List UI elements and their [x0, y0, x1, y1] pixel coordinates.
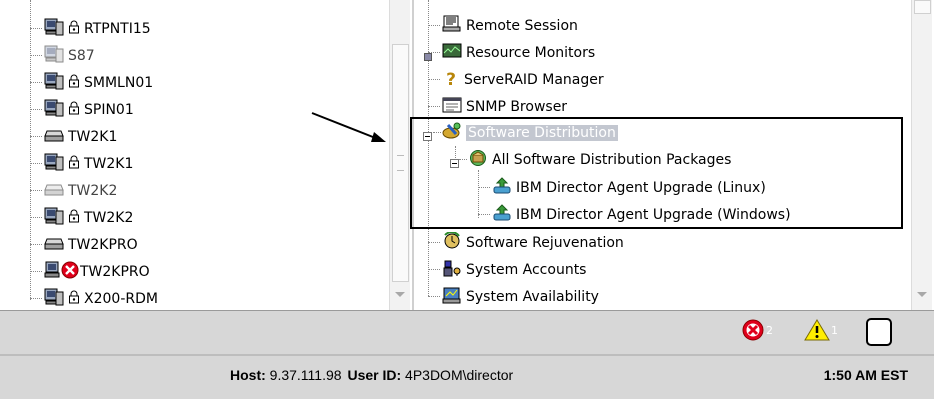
- notification-bar: 2 1: [0, 310, 934, 355]
- tree-item-label: SPIN01: [84, 102, 134, 118]
- tree-item-label: X200-RDM: [84, 291, 158, 307]
- tree-item-x200-rdm[interactable]: X200-RDM: [30, 286, 158, 310]
- drive-icon: [44, 236, 64, 254]
- tree-item-spin01[interactable]: SPIN01: [30, 97, 134, 123]
- tree-item-tw2k2[interactable]: TW2K2: [30, 205, 133, 231]
- tree-item-tw2k2-drive[interactable]: TW2K2: [30, 178, 117, 204]
- tree-item-label: TW2KPRO: [80, 264, 150, 280]
- system-tree-pane[interactable]: RTPNTI15 S87 SMMLN01 SPIN01 TW2K1 TW2K1 …: [0, 0, 412, 310]
- tree-item-label: SNMP Browser: [466, 99, 568, 115]
- tree-item-label: TW2K1: [68, 129, 118, 145]
- tree-item-label: ServeRAID Manager: [464, 72, 604, 88]
- left-scrollbar[interactable]: [389, 0, 410, 310]
- tree-item-smmln01[interactable]: SMMLN01: [30, 70, 153, 96]
- tree-item-label: Remote Session: [466, 18, 578, 34]
- snmp-browser-icon: [442, 97, 462, 117]
- warning-count: 1: [831, 324, 838, 337]
- remote-session-icon: [442, 15, 462, 37]
- tree-item-label: System Accounts: [466, 262, 587, 278]
- task-software-rejuvenation[interactable]: Software Rejuvenation: [428, 230, 624, 256]
- drive-icon: [44, 128, 64, 146]
- tree-item-tw2k1[interactable]: TW2K1: [30, 151, 133, 177]
- host-value: 9.37.111.98: [269, 367, 342, 383]
- scroll-down-arrow[interactable]: [917, 292, 927, 297]
- tree-item-tw2kpro[interactable]: TW2KPRO: [30, 259, 150, 285]
- tree-item-label: S87: [68, 48, 95, 64]
- error-icon: [61, 261, 79, 283]
- task-remote-session[interactable]: Remote Session: [428, 13, 578, 39]
- tree-item-label: TW2K2: [68, 183, 118, 199]
- resource-monitor-icon: [442, 43, 462, 63]
- tree-item-label: System Availability: [466, 289, 599, 305]
- lock-icon: [68, 101, 80, 119]
- task-serveraid-manager[interactable]: ? ServeRAID Manager: [428, 67, 604, 93]
- server-icon: [44, 72, 64, 94]
- right-scrollbar[interactable]: [911, 0, 932, 310]
- tree-item-label: TW2K1: [84, 156, 134, 172]
- scroll-thumb[interactable]: [392, 44, 409, 282]
- tree-item-tw2kpro-drive[interactable]: TW2KPRO: [30, 232, 138, 258]
- task-system-accounts[interactable]: System Accounts: [428, 257, 586, 283]
- lock-icon: [68, 209, 80, 227]
- tree-item-label: Software Rejuvenation: [466, 235, 624, 251]
- lock-icon: [68, 74, 80, 92]
- tree-item-label: Resource Monitors: [466, 45, 596, 61]
- scroll-thumb[interactable]: [914, 0, 931, 14]
- server-icon: [44, 207, 64, 229]
- rejuvenation-icon: [442, 231, 462, 254]
- question-icon: ?: [446, 70, 456, 90]
- clock: 1:50 AM EST: [823, 367, 908, 383]
- computer-icon: [44, 261, 60, 283]
- user-value: 4P3DOM\director: [405, 367, 514, 383]
- warning-icon: [804, 319, 830, 345]
- scroll-down-arrow[interactable]: [395, 292, 405, 297]
- server-icon: [44, 99, 64, 121]
- drive-icon: [44, 182, 64, 200]
- lock-icon: [68, 290, 80, 308]
- server-icon: [44, 45, 64, 67]
- server-icon: [44, 288, 64, 310]
- server-icon: [44, 18, 64, 40]
- error-notification[interactable]: 2: [742, 319, 773, 345]
- notification-box-icon[interactable]: [866, 318, 892, 346]
- system-accounts-icon: [442, 259, 462, 281]
- task-system-availability[interactable]: System Availability: [428, 284, 599, 310]
- tree-item-label: TW2KPRO: [68, 237, 138, 253]
- tree-item-label: SMMLN01: [84, 75, 154, 91]
- tree-item-rtpnti15[interactable]: RTPNTI15: [30, 16, 151, 42]
- host-label: Host:: [230, 367, 266, 383]
- server-icon: [44, 153, 64, 175]
- user-label: User ID:: [347, 367, 402, 383]
- error-count: 2: [766, 324, 773, 337]
- tree-item-label: TW2K2: [84, 210, 134, 226]
- collapse-handle-icon[interactable]: [424, 49, 432, 65]
- error-icon: [742, 319, 764, 345]
- tree-item-label: RTPNTI15: [84, 21, 151, 37]
- annotation-arrow: [311, 112, 386, 142]
- warning-notification[interactable]: 1: [804, 319, 838, 345]
- system-availability-icon: [442, 286, 462, 308]
- tree-item-tw2k1-drive[interactable]: TW2K1: [30, 124, 117, 150]
- lock-icon: [68, 155, 80, 173]
- tree-item-s87[interactable]: S87: [30, 43, 95, 69]
- highlight-box: [410, 117, 903, 229]
- task-resource-monitors[interactable]: Resource Monitors: [424, 40, 596, 66]
- lock-icon: [68, 20, 80, 38]
- status-bar: Host: 9.37.111.98 User ID: 4P3DOM\direct…: [0, 354, 934, 399]
